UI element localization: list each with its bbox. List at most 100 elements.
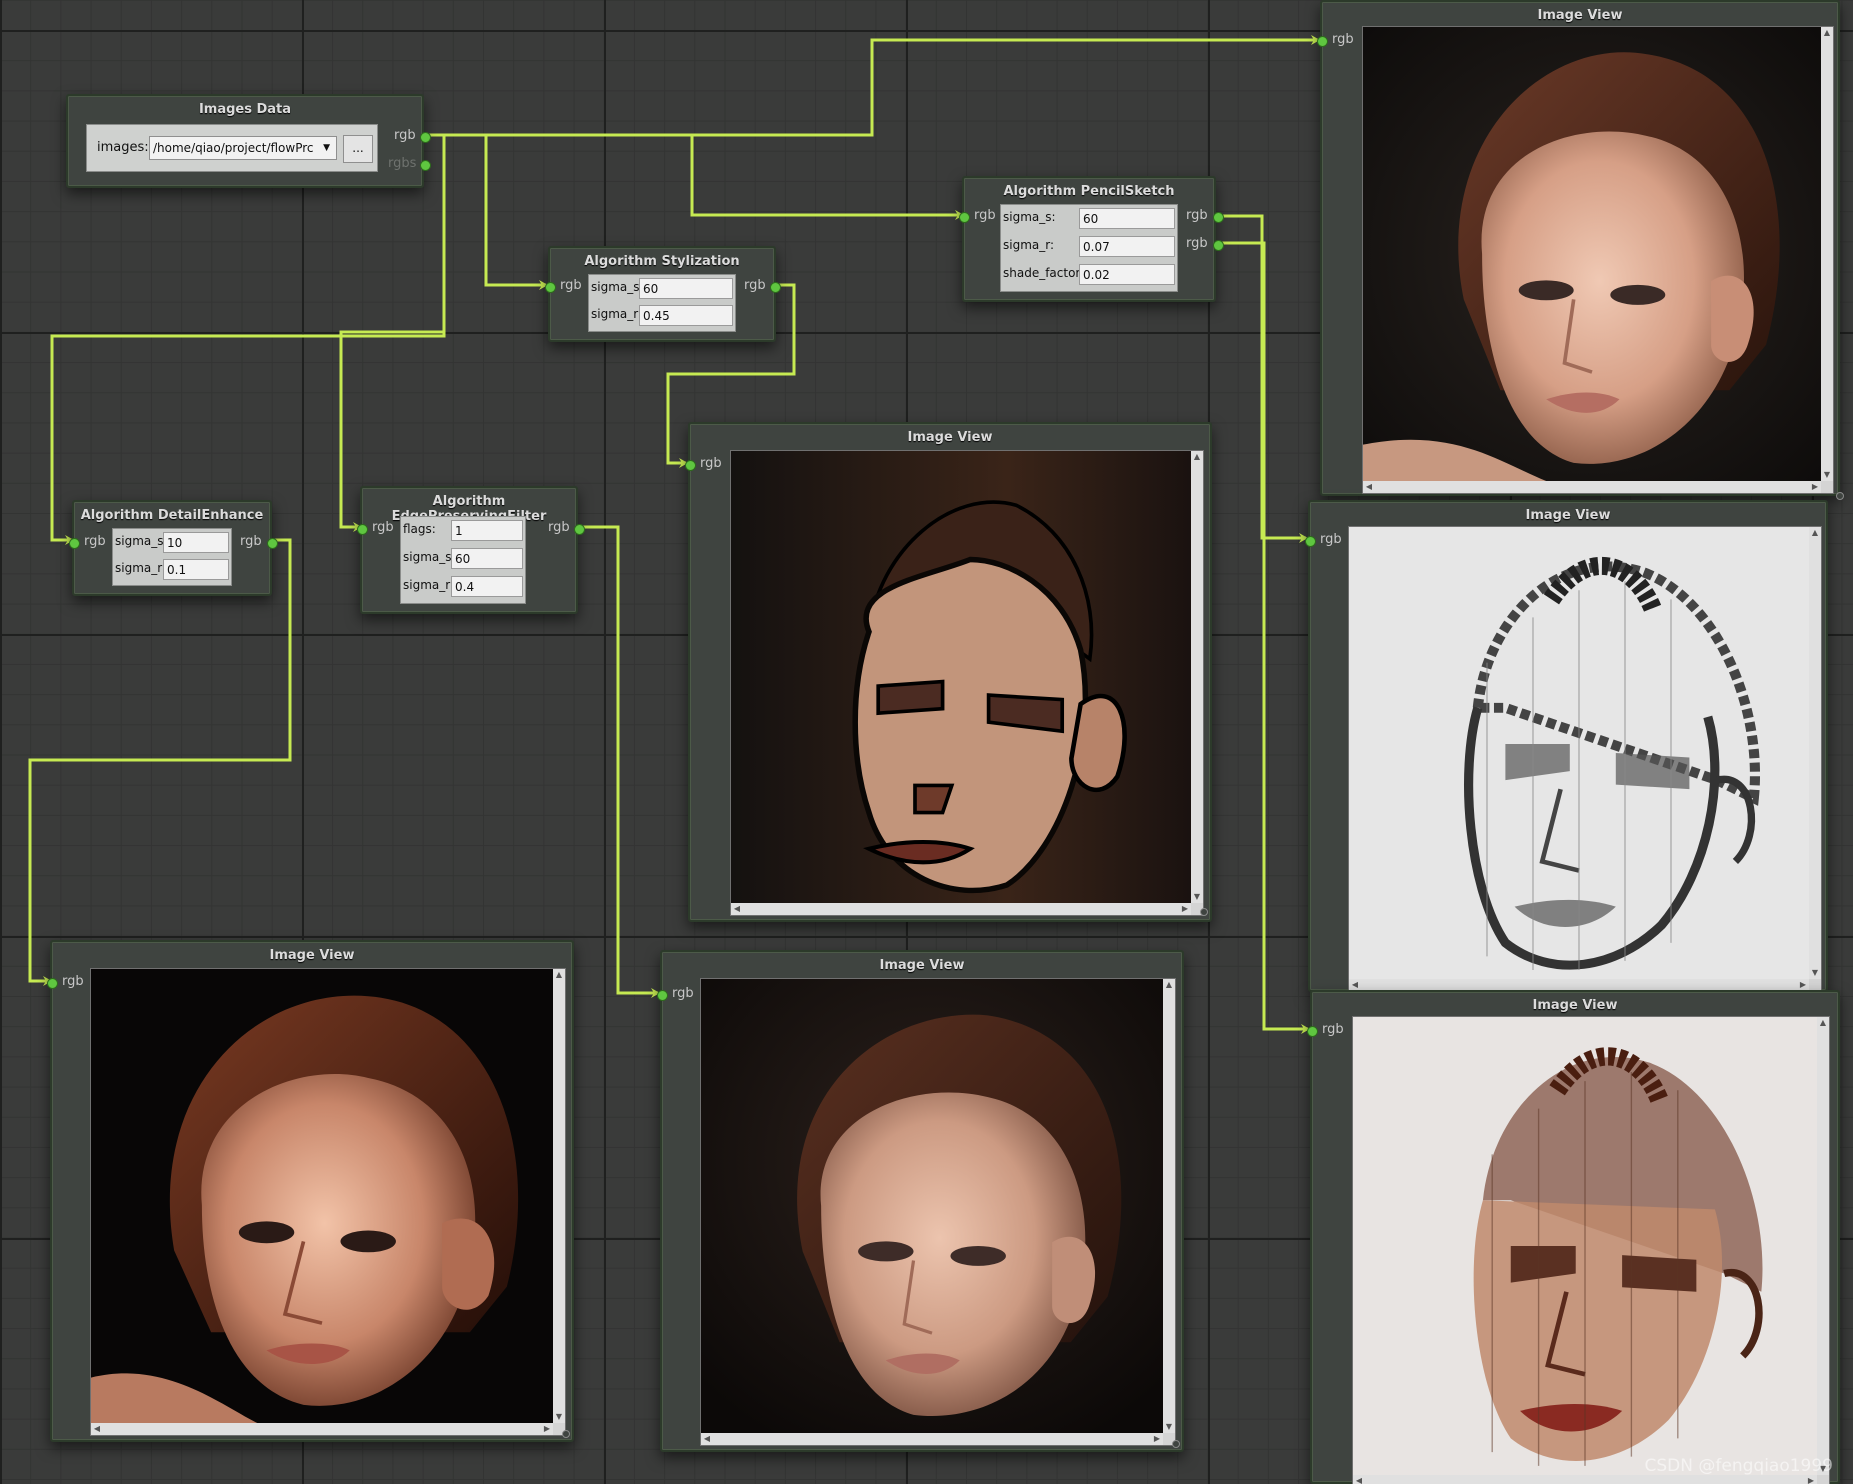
- scroll-right-icon[interactable]: ▶: [541, 1423, 553, 1435]
- horizontal-scrollbar[interactable]: ◀ ▶: [701, 1433, 1163, 1445]
- image-viewport[interactable]: ▲ ▼ ◀ ▶: [90, 968, 566, 1436]
- in-port-rgb[interactable]: [1317, 36, 1328, 47]
- resize-handle[interactable]: [1200, 908, 1208, 916]
- image-viewport[interactable]: ▲ ▼ ◀ ▶: [730, 450, 1204, 916]
- sigma-r-input[interactable]: 0.45: [639, 305, 733, 326]
- scroll-left-icon[interactable]: ◀: [731, 903, 743, 915]
- scroll-down-icon[interactable]: ▼: [1191, 891, 1203, 903]
- scroll-down-icon[interactable]: ▼: [1163, 1421, 1175, 1433]
- scroll-down-icon[interactable]: ▼: [1809, 967, 1821, 979]
- node-title: Image View: [1525, 508, 1611, 523]
- scroll-up-icon[interactable]: ▲: [1817, 1017, 1829, 1029]
- params-panel: flags: 1 sigma_s: 60 sigma_r: 0.4: [400, 516, 526, 604]
- images-panel: images: /home/qiao/project/flowPrc ▼ ...: [86, 124, 378, 172]
- pencil-sketch-node[interactable]: Algorithm PencilSketch rgb sigma_s: 60 s…: [959, 176, 1224, 302]
- out-port-rgb[interactable]: [420, 132, 431, 143]
- scroll-up-icon[interactable]: ▲: [1809, 527, 1821, 539]
- in-port-label: rgb: [1320, 532, 1342, 547]
- vertical-scrollbar[interactable]: ▲ ▼: [553, 969, 565, 1423]
- image-viewport[interactable]: ▲ ▼ ◀ ▶: [1362, 26, 1834, 494]
- in-port-rgb[interactable]: [69, 538, 80, 549]
- scroll-up-icon[interactable]: ▲: [1191, 451, 1203, 463]
- out-port-rgb[interactable]: [574, 524, 585, 535]
- scroll-up-icon[interactable]: ▲: [1163, 979, 1175, 991]
- horizontal-scrollbar[interactable]: ◀ ▶: [1363, 481, 1821, 493]
- wire-images-to-stylization: [484, 135, 548, 290]
- stylization-node[interactable]: Algorithm Stylization rgb sigma_s: 60 si…: [545, 246, 781, 342]
- horizontal-scrollbar[interactable]: ◀ ▶: [1353, 1475, 1817, 1484]
- out-port-rgbs[interactable]: [420, 160, 431, 171]
- edge-preserve-image: [701, 979, 1163, 1433]
- vertical-scrollbar[interactable]: ▲ ▼: [1809, 527, 1821, 979]
- sigma-s-input[interactable]: 60: [1079, 208, 1175, 229]
- vertical-scrollbar[interactable]: ▲ ▼: [1163, 979, 1175, 1433]
- resize-handle[interactable]: [1172, 1440, 1180, 1448]
- scroll-right-icon[interactable]: ▶: [1179, 903, 1191, 915]
- resize-handle[interactable]: [562, 1430, 570, 1438]
- node-title: Algorithm Stylization: [584, 254, 740, 269]
- flags-input[interactable]: 1: [451, 520, 523, 541]
- sigma-r-input[interactable]: 0.1: [163, 559, 229, 580]
- wire-edge-to-view: [578, 525, 660, 998]
- vertical-scrollbar[interactable]: ▲ ▼: [1191, 451, 1203, 903]
- image-view-node-stylized[interactable]: Image View rgb ▲ ▼ ◀ ▶: [685, 422, 1212, 922]
- node-graph-canvas[interactable]: Images Data images: /home/qiao/project/f…: [0, 0, 1853, 1484]
- sigma-s-input[interactable]: 60: [639, 278, 733, 299]
- out-port-rgb-2[interactable]: [1213, 240, 1224, 251]
- image-view-node-pencil-color[interactable]: Image View rgb ▲ ▼ ◀ ▶: [1307, 990, 1840, 1484]
- scroll-left-icon[interactable]: ◀: [1353, 1475, 1365, 1484]
- sigma-s-input[interactable]: 60: [451, 548, 523, 569]
- in-port-rgb[interactable]: [357, 524, 368, 535]
- in-port-rgb[interactable]: [1307, 1026, 1318, 1037]
- horizontal-scrollbar[interactable]: ◀ ▶: [91, 1423, 553, 1435]
- shade-factor-input[interactable]: 0.02: [1079, 264, 1175, 285]
- scroll-down-icon[interactable]: ▼: [1821, 469, 1833, 481]
- sigma-s-input[interactable]: 10: [163, 532, 229, 553]
- in-port-rgb[interactable]: [545, 282, 556, 293]
- images-data-node[interactable]: Images Data images: /home/qiao/project/f…: [66, 94, 431, 188]
- scroll-right-icon[interactable]: ▶: [1809, 481, 1821, 493]
- image-viewport[interactable]: ▲ ▼ ◀ ▶: [1348, 526, 1822, 992]
- sigma-r-input[interactable]: 0.07: [1079, 236, 1175, 257]
- scroll-left-icon[interactable]: ◀: [91, 1423, 103, 1435]
- images-path-combo[interactable]: /home/qiao/project/flowPrc ▼: [149, 136, 337, 160]
- in-port-rgb[interactable]: [685, 460, 696, 471]
- vertical-scrollbar[interactable]: ▲ ▼: [1817, 1017, 1829, 1475]
- scroll-right-icon[interactable]: ▶: [1805, 1475, 1817, 1484]
- in-port-rgb[interactable]: [47, 978, 58, 989]
- image-view-node-original[interactable]: Image View rgb ▲ ▼ ◀ ▶: [1317, 0, 1844, 500]
- edge-preserving-node[interactable]: Algorithm EdgePreservingFilter rgb flags…: [357, 486, 585, 614]
- out-port-rgb-1[interactable]: [1213, 212, 1224, 223]
- param-label: sigma_s:: [403, 550, 456, 564]
- scroll-left-icon[interactable]: ◀: [701, 1433, 713, 1445]
- scroll-down-icon[interactable]: ▼: [553, 1411, 565, 1423]
- horizontal-scrollbar[interactable]: ◀ ▶: [731, 903, 1191, 915]
- in-port-rgb[interactable]: [959, 212, 970, 223]
- resize-handle[interactable]: [1836, 492, 1844, 500]
- in-port-label: rgb: [560, 278, 582, 293]
- in-port-label: rgb: [62, 974, 84, 989]
- scroll-up-icon[interactable]: ▲: [553, 969, 565, 981]
- in-port-rgb[interactable]: [657, 990, 668, 1001]
- image-viewport[interactable]: ▲ ▼ ◀ ▶: [1352, 1016, 1830, 1484]
- detail-image: [91, 969, 553, 1423]
- in-port-label: rgb: [84, 534, 106, 549]
- image-viewport[interactable]: ▲ ▼ ◀ ▶: [700, 978, 1176, 1446]
- sigma-r-input[interactable]: 0.4: [451, 576, 523, 597]
- param-label: sigma_r:: [115, 561, 167, 575]
- scroll-right-icon[interactable]: ▶: [1151, 1433, 1163, 1445]
- out-port-rgb[interactable]: [267, 538, 278, 549]
- image-view-node-edge-preserve[interactable]: Image View rgb ▲ ▼ ◀ ▶: [657, 950, 1184, 1452]
- scroll-up-icon[interactable]: ▲: [1821, 27, 1833, 39]
- out-port-rgb[interactable]: [770, 282, 781, 293]
- node-title: Image View: [269, 948, 355, 963]
- in-port-rgb[interactable]: [1305, 536, 1316, 547]
- image-view-node-pencil-gray[interactable]: Image View rgb ▲ ▼ ◀ ▶: [1305, 500, 1828, 992]
- node-title: Algorithm DetailEnhance: [80, 508, 264, 523]
- node-title: Image View: [1532, 998, 1618, 1013]
- browse-button[interactable]: ...: [343, 135, 373, 163]
- vertical-scrollbar[interactable]: ▲ ▼: [1821, 27, 1833, 481]
- detail-enhance-node[interactable]: Algorithm DetailEnhance rgb sigma_s: 10 …: [69, 500, 278, 596]
- image-view-node-detail[interactable]: Image View rgb ▲ ▼ ◀ ▶: [47, 940, 574, 1442]
- scroll-left-icon[interactable]: ◀: [1363, 481, 1375, 493]
